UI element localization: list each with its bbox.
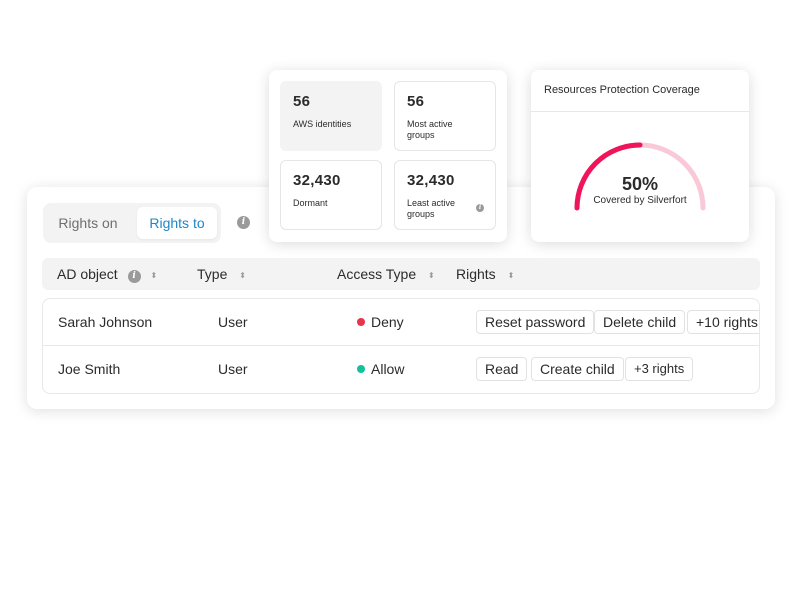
stat-tile-dormant[interactable]: 32,430 Dormant	[280, 160, 382, 230]
identity-stats-card: 56 AWS identities 56 Most active groups …	[269, 70, 507, 242]
divider	[531, 111, 749, 112]
coverage-title: Resources Protection Coverage	[544, 84, 700, 96]
sort-icon[interactable]: ⬍	[428, 271, 435, 280]
column-label: Access Type	[337, 266, 417, 282]
right-chip[interactable]: Read	[476, 357, 528, 381]
stat-label: Least active groups	[407, 198, 456, 219]
right-chip[interactable]: Delete child	[594, 310, 686, 334]
stat-value: 56	[407, 93, 425, 110]
column-header-rights[interactable]: Rights ⬍	[456, 258, 514, 290]
info-icon[interactable]: i	[237, 216, 250, 229]
access-type-label: Allow	[371, 361, 405, 377]
deny-status-dot	[357, 318, 365, 326]
sort-icon[interactable]: ⬍	[239, 271, 246, 280]
object-type: User	[218, 314, 248, 330]
stat-tile-most-active-groups[interactable]: 56 Most active groups	[394, 81, 496, 151]
stat-label: Most active groups	[407, 119, 453, 140]
ad-object-name: Sarah Johnson	[58, 314, 153, 330]
access-type-label: Deny	[371, 314, 404, 330]
stat-value: 32,430	[293, 172, 341, 189]
rights-direction-toggle: Rights on Rights to	[43, 203, 221, 243]
column-label: Type	[197, 266, 228, 282]
sort-icon[interactable]: ⬍	[150, 271, 157, 280]
rights-on-option[interactable]: Rights on	[47, 207, 129, 239]
coverage-percent: 50%	[621, 174, 659, 194]
stat-tile-least-active-groups[interactable]: 32,430 Least active groups i	[394, 160, 496, 230]
sort-icon[interactable]: ⬍	[508, 271, 515, 280]
stat-tile-aws-identities[interactable]: 56 AWS identities	[280, 81, 382, 151]
stat-label: AWS identities	[293, 119, 352, 129]
table-row[interactable]: Joe Smith User Allow Read Create child +…	[43, 346, 759, 393]
coverage-card: Resources Protection Coverage 50% Covere…	[531, 70, 749, 242]
column-label: Rights	[456, 266, 496, 282]
info-icon[interactable]: i	[476, 204, 484, 212]
coverage-subtitle: Covered by Silverfort	[593, 195, 687, 206]
rights-to-option[interactable]: Rights to	[137, 207, 217, 239]
access-type-cell: Deny	[357, 299, 404, 346]
stat-value: 56	[293, 93, 311, 110]
stat-label: Dormant	[293, 198, 328, 208]
column-header-type[interactable]: Type ⬍	[197, 258, 246, 290]
ad-object-name: Joe Smith	[58, 361, 121, 377]
column-header-ad-object[interactable]: AD object i ⬍	[57, 258, 157, 290]
table-row[interactable]: Sarah Johnson User Deny Reset password D…	[43, 299, 759, 346]
stat-value: 32,430	[407, 172, 455, 189]
rights-table-body: Sarah Johnson User Deny Reset password D…	[42, 298, 760, 394]
table-header: AD object i ⬍ Type ⬍ Access Type ⬍ Right…	[42, 258, 760, 290]
column-header-access-type[interactable]: Access Type ⬍	[337, 258, 435, 290]
right-chip[interactable]: Create child	[531, 357, 624, 381]
more-rights-chip[interactable]: +10 rights	[687, 310, 759, 334]
more-rights-chip[interactable]: +3 rights	[625, 357, 694, 381]
access-type-cell: Allow	[357, 346, 404, 393]
allow-status-dot	[357, 365, 365, 373]
column-label: AD object	[57, 266, 118, 282]
info-icon[interactable]: i	[127, 270, 141, 283]
object-type: User	[218, 361, 248, 377]
right-chip[interactable]: Reset password	[476, 310, 595, 334]
